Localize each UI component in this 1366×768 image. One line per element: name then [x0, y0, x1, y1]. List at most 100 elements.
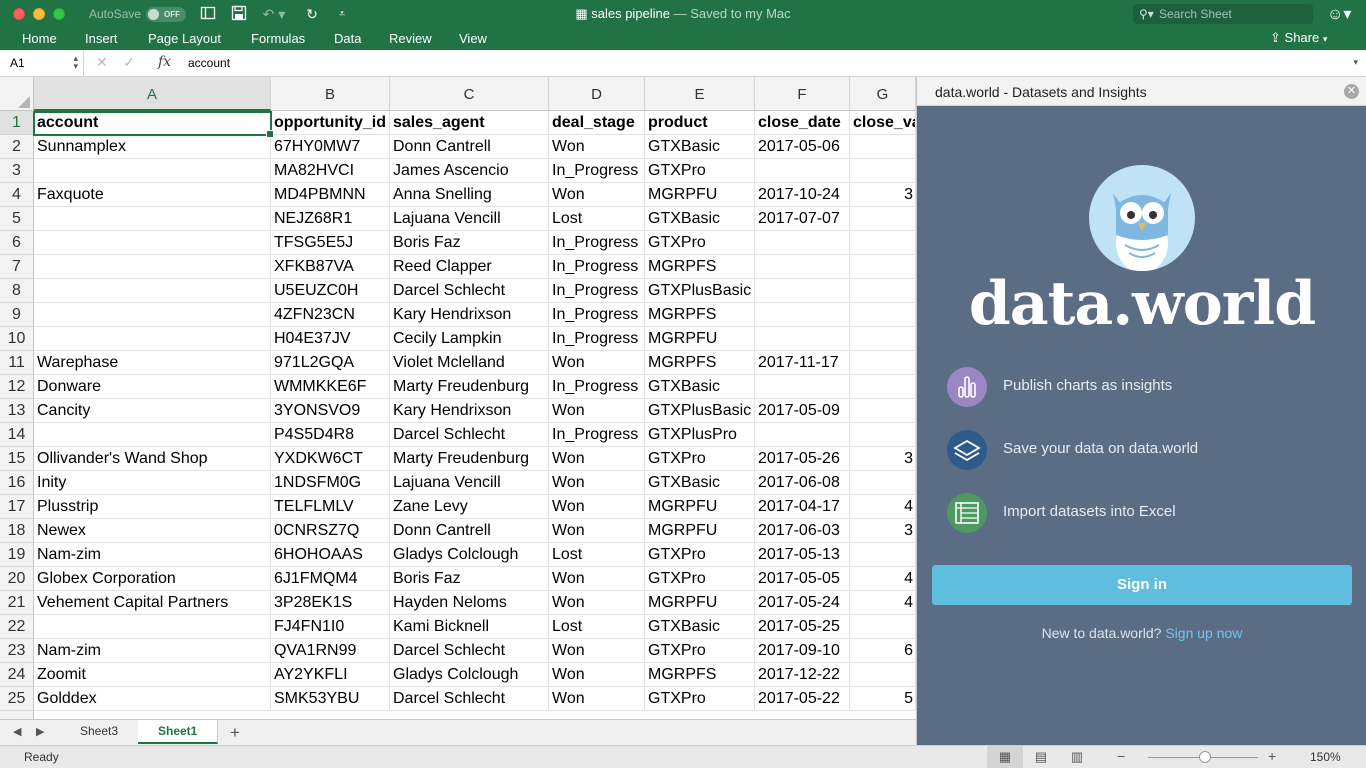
cell-f24[interactable]: 2017-12-22	[755, 663, 850, 687]
cell-f25[interactable]: 2017-05-22	[755, 687, 850, 711]
cell-b9[interactable]: 4ZFN23CN	[271, 303, 390, 327]
cell-g16[interactable]	[850, 471, 916, 495]
cell-b14[interactable]: P4S5D4R8	[271, 423, 390, 447]
select-all-button[interactable]	[0, 77, 34, 111]
confirm-icon[interactable]: ✓	[123, 54, 135, 70]
cell-g18[interactable]: 3	[850, 519, 916, 543]
cell-b7[interactable]: XFKB87VA	[271, 255, 390, 279]
cell-b4[interactable]: MD4PBMNN	[271, 183, 390, 207]
cell-d14[interactable]: In_Progress	[549, 423, 645, 447]
cell-c18[interactable]: Donn Cantrell	[390, 519, 549, 543]
cell-c17[interactable]: Zane Levy	[390, 495, 549, 519]
cell-f2[interactable]: 2017-05-06	[755, 135, 850, 159]
column-header-d[interactable]: D	[549, 77, 645, 111]
insert-function-icon[interactable]: fx	[158, 54, 171, 70]
cell-g19[interactable]	[850, 543, 916, 567]
cell-f21[interactable]: 2017-05-24	[755, 591, 850, 615]
tab-data[interactable]: Data	[334, 31, 361, 46]
column-header-a[interactable]: A	[34, 77, 271, 111]
cell-f17[interactable]: 2017-04-17	[755, 495, 850, 519]
cell-g20[interactable]: 4	[850, 567, 916, 591]
cell-g23[interactable]: 6	[850, 639, 916, 663]
cell-g21[interactable]: 4	[850, 591, 916, 615]
row-header[interactable]: 21	[0, 591, 34, 615]
cell-a7[interactable]	[34, 255, 271, 279]
cell-b15[interactable]: YXDKW6CT	[271, 447, 390, 471]
cell-b1[interactable]: opportunity_id	[271, 111, 390, 135]
sheet-tab-sheet1[interactable]: Sheet1	[138, 720, 219, 744]
row-header[interactable]: 13	[0, 399, 34, 423]
cell-e21[interactable]: MGRPFU	[645, 591, 755, 615]
row-header[interactable]: 5	[0, 207, 34, 231]
row-header[interactable]: 20	[0, 567, 34, 591]
cell-a17[interactable]: Plusstrip	[34, 495, 271, 519]
cell-a11[interactable]: Warephase	[34, 351, 271, 375]
row-header[interactable]: 17	[0, 495, 34, 519]
column-header-c[interactable]: C	[390, 77, 549, 111]
row-header[interactable]: 14	[0, 423, 34, 447]
row-header[interactable]: 3	[0, 159, 34, 183]
sheet-tab-sheet3[interactable]: Sheet3	[60, 720, 140, 744]
row-header[interactable]: 12	[0, 375, 34, 399]
cell-e2[interactable]: GTXBasic	[645, 135, 755, 159]
tab-view[interactable]: View	[459, 31, 487, 46]
cell-g24[interactable]	[850, 663, 916, 687]
cell-f11[interactable]: 2017-11-17	[755, 351, 850, 375]
cell-e14[interactable]: GTXPlusPro	[645, 423, 755, 447]
cell-a2[interactable]: Sunnamplex	[34, 135, 271, 159]
name-box[interactable]: A1 ▴ ▾	[0, 50, 84, 76]
page-break-view-icon[interactable]: ▥	[1059, 746, 1095, 768]
cell-g9[interactable]	[850, 303, 916, 327]
cell-a24[interactable]: Zoomit	[34, 663, 271, 687]
cell-e23[interactable]: GTXPro	[645, 639, 755, 663]
cell-d1[interactable]: deal_stage	[549, 111, 645, 135]
normal-view-icon[interactable]: ▦	[987, 746, 1023, 768]
cell-b10[interactable]: H04E37JV	[271, 327, 390, 351]
cell-c24[interactable]: Gladys Colclough	[390, 663, 549, 687]
cell-g3[interactable]	[850, 159, 916, 183]
cell-a13[interactable]: Cancity	[34, 399, 271, 423]
row-header[interactable]: 24	[0, 663, 34, 687]
cell-d7[interactable]: In_Progress	[549, 255, 645, 279]
cell-a22[interactable]	[34, 615, 271, 639]
cell-d2[interactable]: Won	[549, 135, 645, 159]
cell-c2[interactable]: Donn Cantrell	[390, 135, 549, 159]
cell-e24[interactable]: MGRPFS	[645, 663, 755, 687]
cell-f23[interactable]: 2017-09-10	[755, 639, 850, 663]
cell-f9[interactable]	[755, 303, 850, 327]
cell-e3[interactable]: GTXPro	[645, 159, 755, 183]
cell-f8[interactable]	[755, 279, 850, 303]
cell-d17[interactable]: Won	[549, 495, 645, 519]
cell-f22[interactable]: 2017-05-25	[755, 615, 850, 639]
cell-f12[interactable]	[755, 375, 850, 399]
formula-input[interactable]: account	[188, 56, 230, 70]
cell-e25[interactable]: GTXPro	[645, 687, 755, 711]
cell-d10[interactable]: In_Progress	[549, 327, 645, 351]
cell-e11[interactable]: MGRPFS	[645, 351, 755, 375]
cell-b18[interactable]: 0CNRSZ7Q	[271, 519, 390, 543]
cell-g12[interactable]	[850, 375, 916, 399]
cell-f4[interactable]: 2017-10-24	[755, 183, 850, 207]
cell-c23[interactable]: Darcel Schlecht	[390, 639, 549, 663]
row-header[interactable]: 8	[0, 279, 34, 303]
column-header-b[interactable]: B	[271, 77, 390, 111]
cell-g8[interactable]	[850, 279, 916, 303]
cell-a25[interactable]: Golddex	[34, 687, 271, 711]
cell-f6[interactable]	[755, 231, 850, 255]
cell-a15[interactable]: Ollivander's Wand Shop	[34, 447, 271, 471]
cell-e16[interactable]: GTXBasic	[645, 471, 755, 495]
cell-c20[interactable]: Boris Faz	[390, 567, 549, 591]
cell-e19[interactable]: GTXPro	[645, 543, 755, 567]
cell-g13[interactable]	[850, 399, 916, 423]
cell-e6[interactable]: GTXPro	[645, 231, 755, 255]
cell-g6[interactable]	[850, 231, 916, 255]
cell-g11[interactable]	[850, 351, 916, 375]
cell-d21[interactable]: Won	[549, 591, 645, 615]
row-header[interactable]: 19	[0, 543, 34, 567]
cell-d11[interactable]: Won	[549, 351, 645, 375]
cell-d15[interactable]: Won	[549, 447, 645, 471]
row-header[interactable]: 11	[0, 351, 34, 375]
next-sheet-icon[interactable]: ▶	[36, 725, 44, 738]
cell-g10[interactable]	[850, 327, 916, 351]
tab-formulas[interactable]: Formulas	[251, 31, 305, 46]
